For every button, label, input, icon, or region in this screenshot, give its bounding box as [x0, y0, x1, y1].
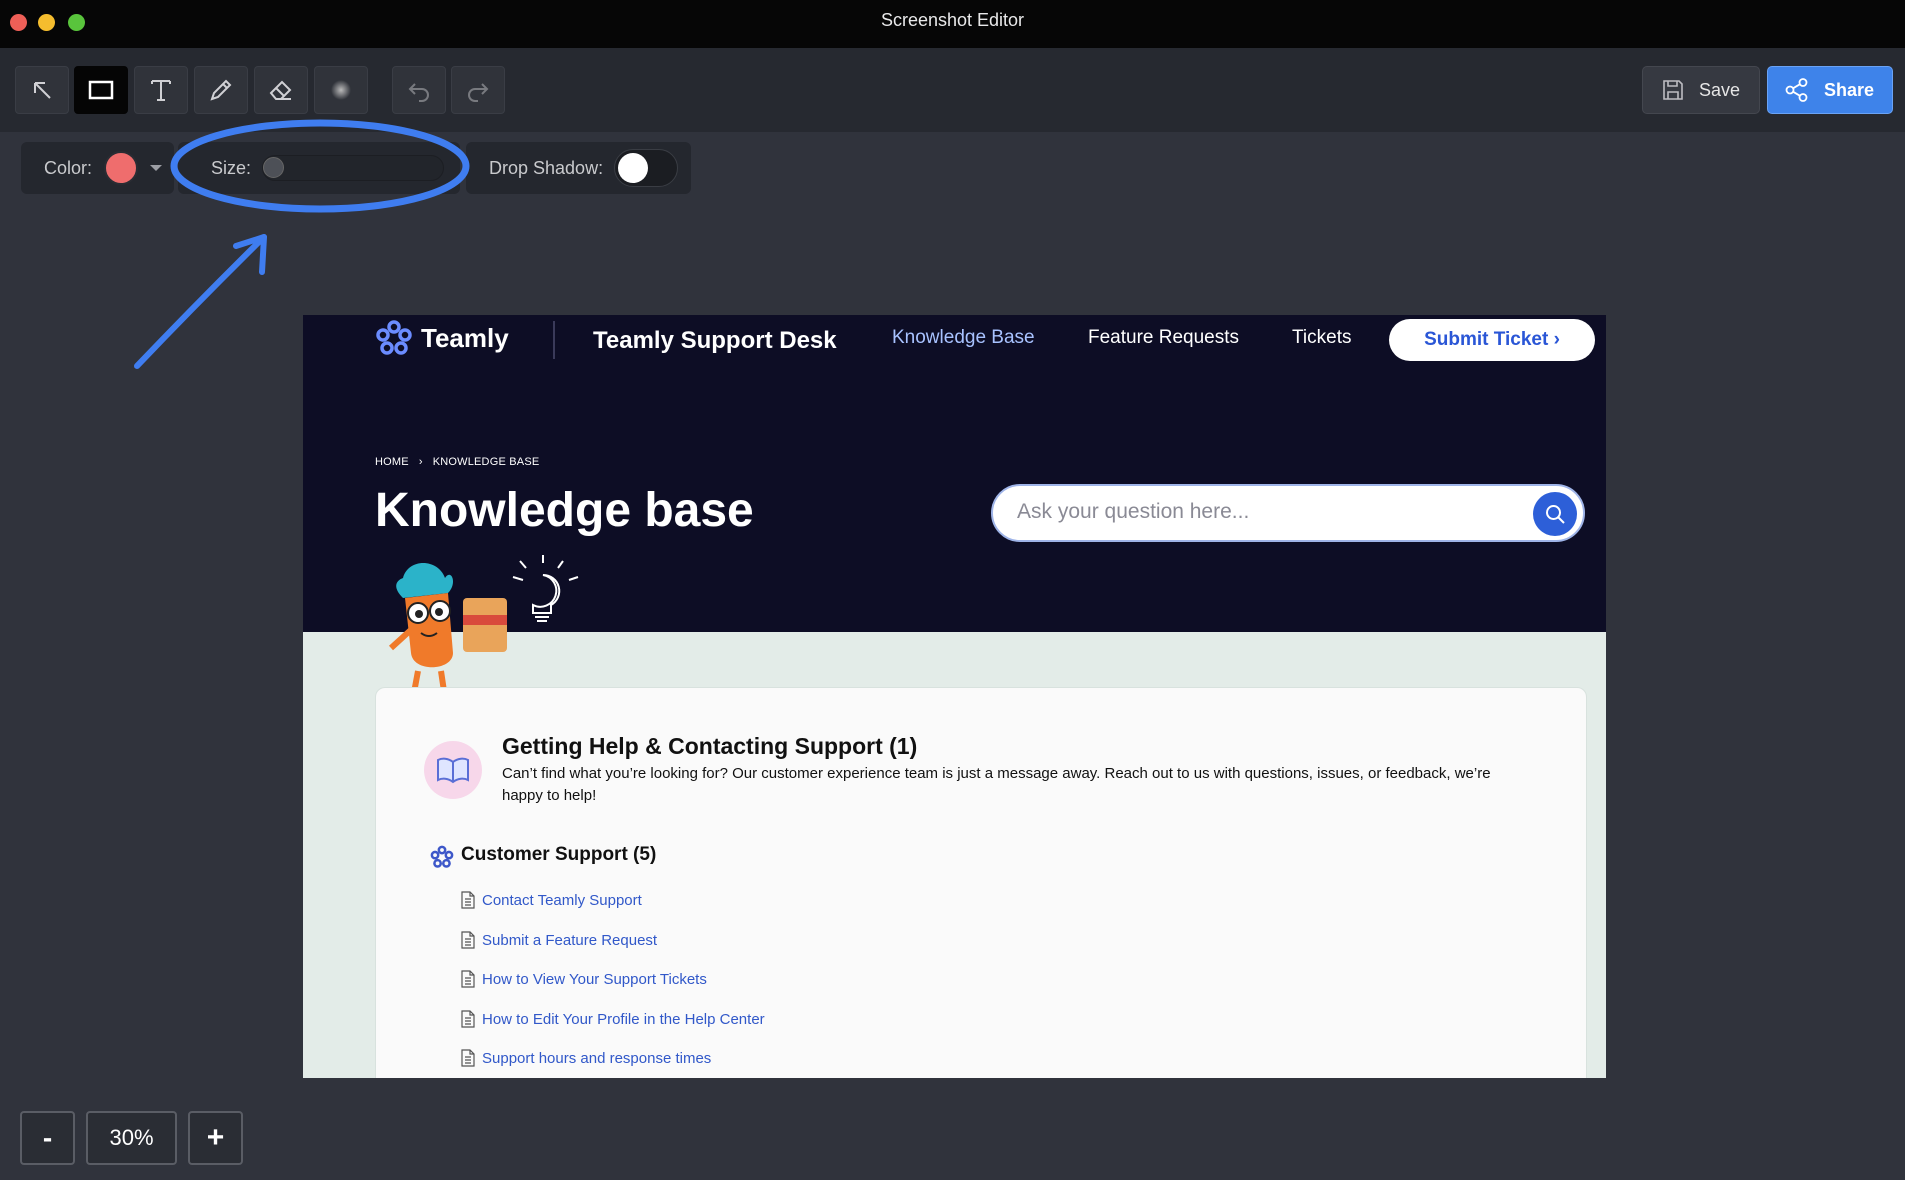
book-icon [424, 741, 482, 799]
article-title: Support hours and response times [482, 1049, 712, 1067]
size-label: Size: [211, 157, 252, 178]
document-icon [461, 970, 475, 988]
size-slider-handle[interactable] [263, 157, 284, 178]
rectangle-tool-button[interactable] [74, 66, 128, 114]
article-link[interactable]: How to Edit Your Profile in the Help Cen… [460, 1010, 765, 1028]
color-swatch[interactable] [104, 151, 139, 185]
site-logo[interactable]: Teamly [375, 319, 509, 357]
text-tool-button[interactable] [134, 66, 188, 114]
arrow-icon [34, 82, 51, 99]
zoom-out-button[interactable]: - [20, 1111, 75, 1165]
share-button[interactable]: Share [1767, 66, 1893, 114]
share-label: Share [1824, 79, 1875, 100]
pencil-icon [210, 79, 232, 101]
article-link[interactable]: How to View Your Support Tickets [460, 970, 707, 988]
logo-text: Teamly [421, 322, 509, 353]
section-title[interactable]: Customer Support (5) [461, 844, 656, 866]
color-label: Color: [44, 157, 93, 178]
color-option: Color: [21, 142, 174, 194]
page-heading: Knowledge base [375, 484, 754, 537]
blur-tool-button[interactable] [314, 66, 368, 114]
category-description: Can’t find what you’re looking for? Our … [502, 765, 1491, 804]
search-button[interactable] [1533, 492, 1577, 536]
zoom-level[interactable]: 30% [86, 1111, 177, 1165]
pencil-tool-button[interactable] [194, 66, 248, 114]
search-placeholder: Ask your question here... [1017, 500, 1250, 523]
article-link[interactable]: Submit a Feature Request [460, 931, 657, 949]
save-label: Save [1699, 79, 1741, 100]
chevron-down-icon[interactable] [150, 165, 163, 171]
search-icon [1546, 505, 1565, 524]
eraser-icon [269, 80, 292, 100]
annotation-arrow[interactable] [134, 234, 267, 369]
eraser-tool-button[interactable] [254, 66, 308, 114]
document-icon [461, 931, 475, 949]
window-title: Screenshot Editor [880, 10, 1025, 30]
zoom-in-button[interactable]: + [188, 1111, 243, 1165]
article-link[interactable]: Contact Teamly Support [460, 891, 642, 909]
drop-shadow-label: Drop Shadow: [489, 157, 604, 178]
share-icon [1785, 78, 1808, 102]
breadcrumb-current: KNOWLEDGE BASE [432, 456, 540, 468]
drop-shadow-toggle-knob[interactable] [618, 153, 648, 183]
undo-button[interactable] [392, 66, 446, 114]
header-divider [553, 321, 555, 359]
save-button[interactable]: Save [1642, 66, 1760, 114]
document-icon [461, 1049, 475, 1067]
teamly-logo-icon [376, 320, 412, 355]
breadcrumb: HOME › KNOWLEDGE BASE [375, 456, 539, 468]
article-title: How to View Your Support Tickets [482, 970, 707, 988]
section-icon [430, 845, 454, 868]
article-title: How to Edit Your Profile in the Help Cen… [482, 1010, 765, 1028]
title-bar: Screenshot Editor [0, 0, 1905, 48]
arrow-tool-button[interactable] [15, 66, 69, 114]
document-icon [461, 1010, 475, 1028]
breadcrumb-home[interactable]: HOME [375, 456, 409, 468]
redo-button[interactable] [451, 66, 505, 114]
toolbar: Save Share [0, 48, 1905, 132]
submit-ticket-button[interactable]: Submit Ticket › [1389, 319, 1595, 361]
category-title[interactable]: Getting Help & Contacting Support (1) [502, 733, 917, 760]
text-icon [151, 80, 171, 101]
article-link[interactable]: Support hours and response times [460, 1049, 711, 1067]
site-title: Teamly Support Desk [593, 327, 837, 354]
nav-knowledge-base[interactable]: Knowledge Base [892, 327, 1035, 349]
blur-icon [331, 80, 351, 100]
undo-icon [408, 83, 429, 102]
screenshot-canvas[interactable]: Teamly Teamly Support Desk Knowledge Bas… [303, 315, 1606, 1078]
nav-feature-requests[interactable]: Feature Requests [1088, 327, 1239, 349]
article-title: Submit a Feature Request [482, 931, 658, 949]
rectangle-icon [88, 80, 114, 100]
article-title: Contact Teamly Support [482, 891, 642, 909]
size-slider[interactable] [262, 155, 444, 181]
chevron-right-icon: › [418, 456, 423, 468]
redo-icon [468, 83, 489, 102]
nav-tickets[interactable]: Tickets [1292, 327, 1351, 349]
save-icon [1663, 80, 1683, 100]
document-icon [461, 891, 475, 909]
